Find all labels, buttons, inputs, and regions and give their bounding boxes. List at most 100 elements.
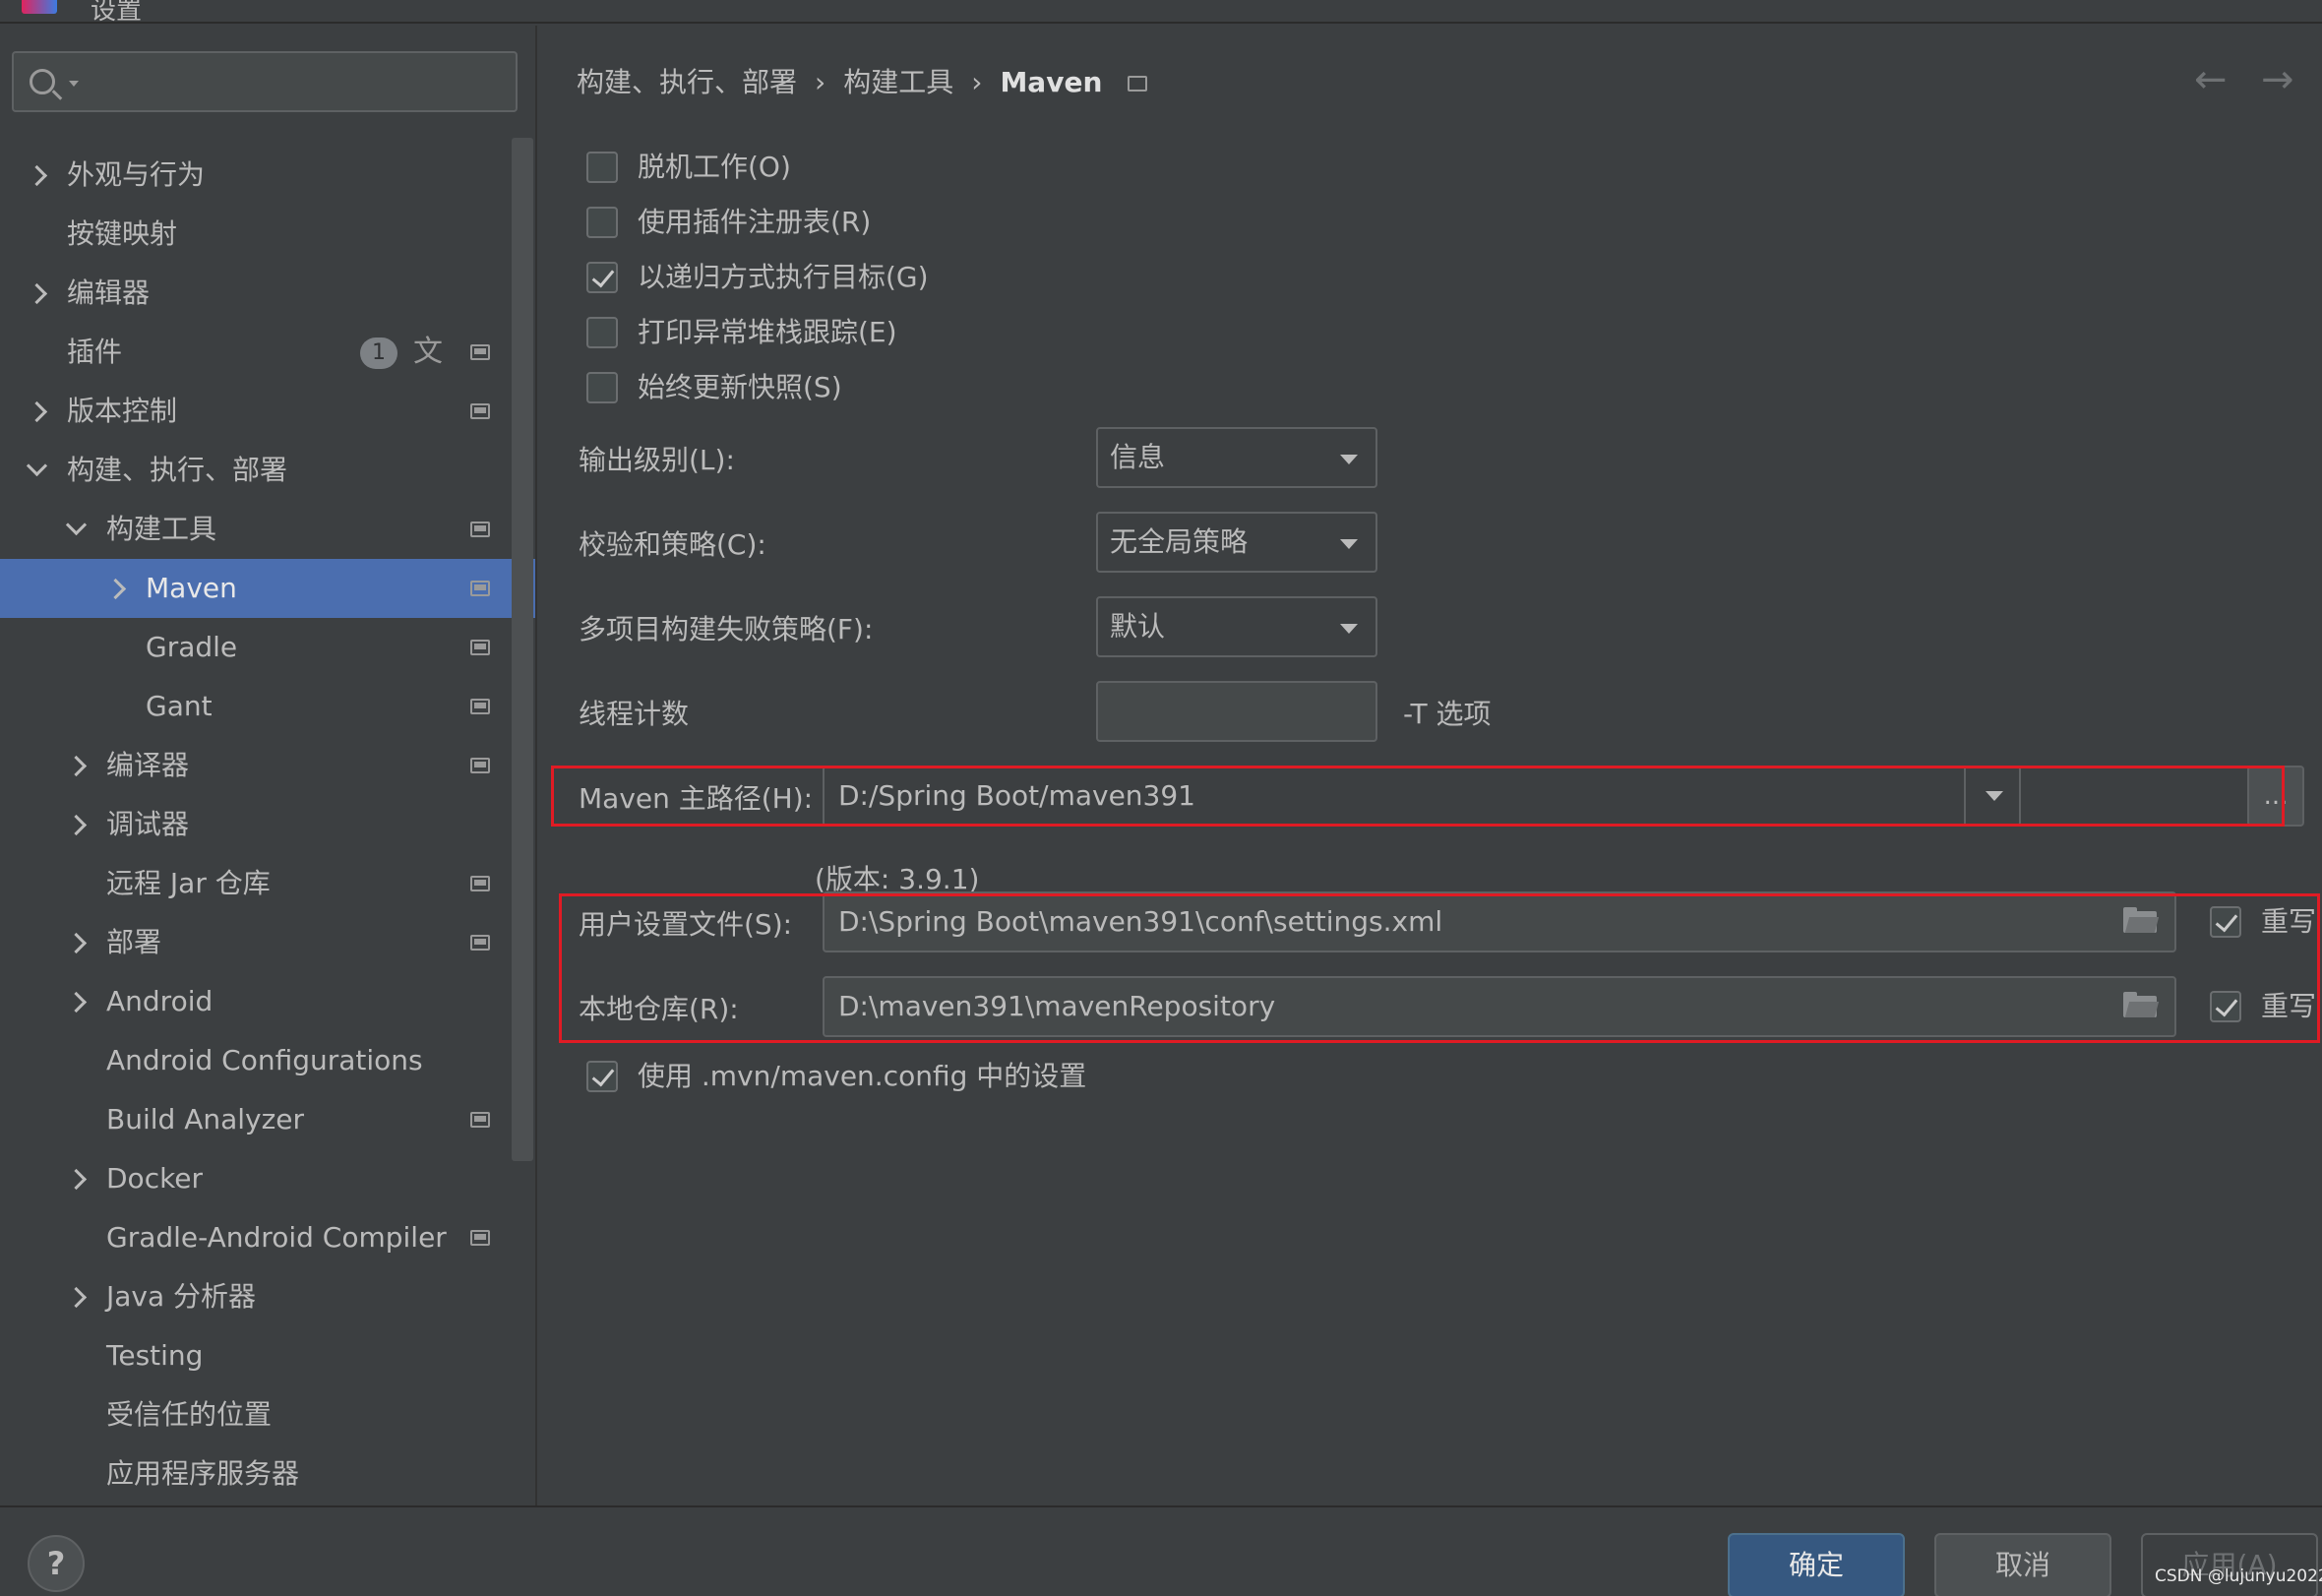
chevron-right-icon[interactable] <box>65 736 89 795</box>
project-scope-icon <box>470 1230 490 1246</box>
sidebar-item[interactable]: 编译器 <box>0 736 535 795</box>
checksum-policy-select[interactable]: 无全局策略 <box>1096 512 1377 573</box>
use-mvn-config-checkbox[interactable] <box>586 1061 618 1092</box>
sidebar-scrollbar[interactable] <box>512 138 533 1161</box>
output-level-label: 输出级别(L): <box>579 444 735 476</box>
sidebar-item[interactable]: Build Analyzer <box>0 1090 535 1149</box>
sidebar-item[interactable]: Java 分析器 <box>0 1267 535 1326</box>
project-scope-icon <box>470 876 490 891</box>
forward-arrow-icon[interactable]: → <box>2261 57 2294 102</box>
chevron-down-icon <box>1340 624 1358 634</box>
sidebar-item-label: 编辑器 <box>67 276 151 309</box>
highlight-box-settings-repo <box>559 893 2320 1043</box>
sidebar-item[interactable]: 受信任的位置 <box>0 1385 535 1444</box>
search-options-chevron-icon[interactable] <box>69 81 79 87</box>
project-scope-icon <box>470 699 490 714</box>
settings-sidebar: 外观与行为按键映射编辑器插件 1 文版本控制构建、执行、部署构建工具 Maven Gra… <box>0 26 535 1505</box>
chevron-down-icon <box>1340 455 1358 464</box>
sidebar-item[interactable]: 版本控制 <box>0 382 535 441</box>
thread-count-hint: -T 选项 <box>1403 698 1492 730</box>
cancel-button[interactable]: 取消 <box>1934 1533 2111 1596</box>
back-arrow-icon[interactable]: ← <box>2194 57 2228 102</box>
sidebar-item-label: Gradle-Android Compiler <box>106 1221 447 1254</box>
fail-policy-label: 多项目构建失败策略(F): <box>579 613 874 645</box>
sidebar-item-label: 版本控制 <box>67 395 178 427</box>
ok-button[interactable]: 确定 <box>1728 1533 1905 1596</box>
sidebar-item[interactable]: 构建工具 <box>0 500 535 559</box>
chevron-right-icon[interactable] <box>65 795 89 854</box>
plugin-registry-label: 使用插件注册表(R) <box>638 206 872 238</box>
stack-trace-checkbox[interactable] <box>586 317 618 348</box>
fail-policy-select[interactable]: 默认 <box>1096 596 1377 657</box>
update-count-badge: 1 <box>360 338 397 369</box>
checksum-policy-label: 校验和策略(C): <box>579 528 766 561</box>
sidebar-item[interactable]: Gradle-Android Compiler <box>0 1208 535 1267</box>
output-level-value: 信息 <box>1110 441 1166 473</box>
sidebar-item-label: 外观与行为 <box>67 158 206 191</box>
sidebar-item-label: Build Analyzer <box>106 1103 305 1136</box>
sidebar-item-label: 部署 <box>106 926 162 958</box>
chevron-right-icon[interactable] <box>65 1267 89 1326</box>
chevron-right-icon[interactable] <box>26 382 49 441</box>
project-scope-icon <box>470 522 490 537</box>
sidebar-item[interactable]: Gradle <box>0 618 535 677</box>
dialog-button-bar: ? 确定 取消 应用(A) CSDN @lujunyu2022 <box>0 1505 2322 1596</box>
sidebar-item[interactable]: 按键映射 <box>0 205 535 264</box>
stack-trace-label: 打印异常堆栈跟踪(E) <box>638 316 897 348</box>
update-snapshots-checkbox[interactable] <box>586 372 618 403</box>
sidebar-item[interactable]: 构建、执行、部署 <box>0 441 535 500</box>
chevron-down-icon <box>1340 539 1358 549</box>
sidebar-item[interactable]: 调试器 <box>0 795 535 854</box>
maven-settings-panel: 构建、执行、部署 › 构建工具 › Maven ← → 脱机工作(O) 使用插件注册表(… <box>537 26 2322 1505</box>
offline-label: 脱机工作(O) <box>638 151 791 183</box>
sidebar-item-label: 远程 Jar 仓库 <box>106 867 271 899</box>
sidebar-item[interactable]: Docker <box>0 1149 535 1208</box>
project-scope-icon <box>470 344 490 360</box>
sidebar-item-label: Java 分析器 <box>106 1280 257 1313</box>
sidebar-item[interactable]: 部署 <box>0 913 535 972</box>
sidebar-item[interactable]: 插件 1 文 <box>0 323 535 382</box>
sidebar-item[interactable]: Testing <box>0 1326 535 1385</box>
output-level-select[interactable]: 信息 <box>1096 427 1377 488</box>
chevron-right-icon[interactable] <box>65 1149 89 1208</box>
chevron-down-icon[interactable] <box>26 441 49 500</box>
breadcrumb-item[interactable]: 构建、执行、部署 <box>577 66 797 98</box>
breadcrumb-item[interactable]: 构建工具 <box>843 66 953 98</box>
sidebar-item[interactable]: 编辑器 <box>0 264 535 323</box>
breadcrumb-current: Maven <box>1000 66 1103 98</box>
sidebar-item[interactable]: Gant <box>0 677 535 736</box>
fail-policy-value: 默认 <box>1110 610 1166 643</box>
search-box[interactable] <box>12 51 518 112</box>
sidebar-item-label: 构建工具 <box>106 513 217 545</box>
help-button[interactable]: ? <box>28 1535 85 1592</box>
sidebar-item[interactable]: Android <box>0 972 535 1031</box>
translate-icon: 文 <box>413 335 443 369</box>
sidebar-item[interactable]: 应用程序服务器 <box>0 1444 535 1504</box>
recursive-checkbox[interactable] <box>586 262 618 293</box>
chevron-down-icon[interactable] <box>65 500 89 559</box>
chevron-right-icon[interactable] <box>104 559 128 618</box>
offline-checkbox[interactable] <box>586 152 618 183</box>
chevron-right-icon[interactable] <box>65 913 89 972</box>
chevron-right-icon[interactable] <box>26 264 49 323</box>
sidebar-item[interactable]: 远程 Jar 仓库 <box>0 854 535 913</box>
sidebar-item[interactable]: Android Configurations <box>0 1031 535 1090</box>
sidebar-item-label: 插件 <box>67 336 123 368</box>
search-input[interactable] <box>83 61 506 102</box>
plugin-registry-checkbox[interactable] <box>586 207 618 238</box>
update-snapshots-label: 始终更新快照(S) <box>638 371 842 403</box>
sidebar-item-label: Gradle <box>146 631 238 663</box>
chevron-right-icon[interactable] <box>65 972 89 1031</box>
sidebar-item[interactable]: Maven <box>0 559 535 618</box>
sidebar-item-label: 受信任的位置 <box>106 1398 273 1431</box>
sidebar-item-label: Maven <box>146 572 237 604</box>
project-scope-icon <box>470 403 490 419</box>
chevron-right-icon[interactable] <box>26 146 49 205</box>
thread-count-input[interactable] <box>1096 681 1377 742</box>
recursive-label: 以递归方式执行目标(G) <box>638 261 929 293</box>
project-scope-icon <box>470 1112 490 1128</box>
sidebar-item[interactable]: 外观与行为 <box>0 146 535 205</box>
watermark: CSDN @lujunyu2022 <box>2155 1566 2322 1586</box>
sidebar-item-label: 应用程序服务器 <box>106 1457 300 1490</box>
apply-button[interactable]: 应用(A) <box>2141 1533 2318 1596</box>
